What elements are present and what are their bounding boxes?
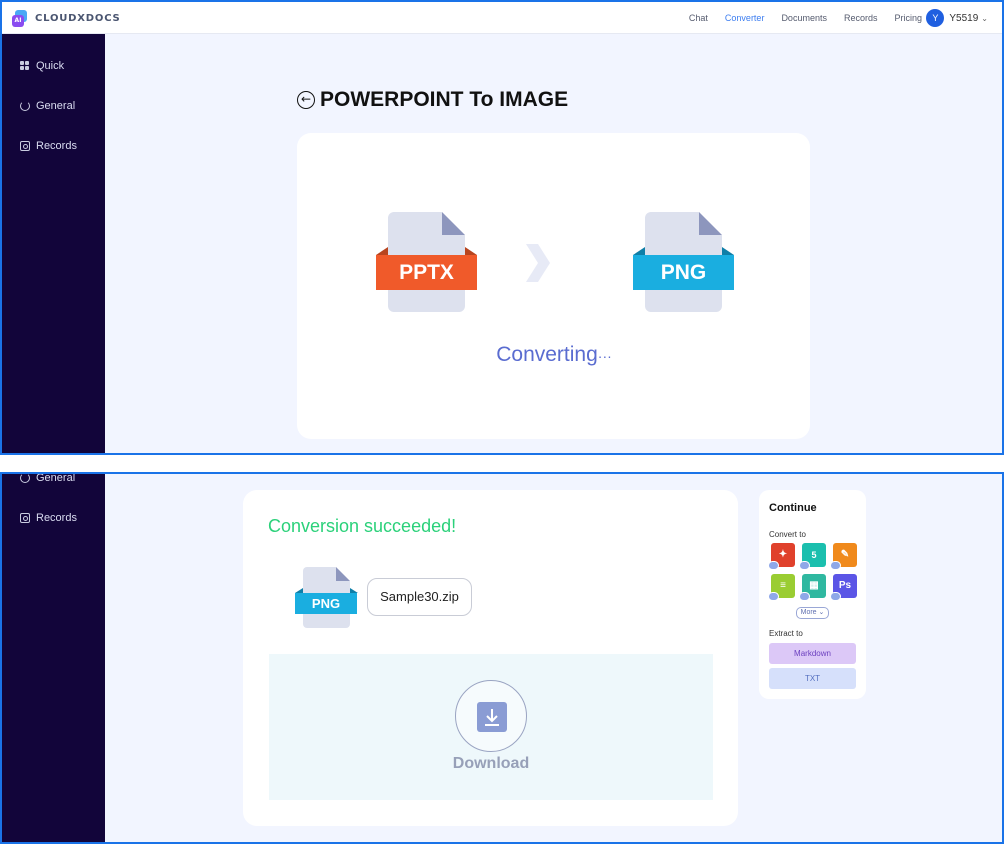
nav-records[interactable]: Records [844, 13, 878, 23]
download-icon [477, 702, 507, 732]
sidebar-item-general[interactable]: General [20, 100, 75, 112]
pdf-icon: ✦ [778, 549, 788, 560]
chevron-down-icon: ⌄ [981, 13, 988, 23]
image-grid-icon: ▦ [809, 580, 819, 591]
converter-window-converting: AI CLOUDXDOCS Chat Converter Documents R… [0, 0, 1004, 455]
record-icon [20, 513, 30, 523]
app-logo[interactable]: AI CLOUDXDOCS [12, 10, 121, 27]
converting-status-text: Converting [496, 343, 598, 366]
download-label: Download [452, 755, 530, 772]
record-icon [20, 141, 30, 151]
page-title-text: POWERPOINT To IMAGE [320, 88, 569, 111]
more-formats-button[interactable]: More ⌄ [796, 607, 829, 619]
extract-markdown-button[interactable]: Markdown [769, 643, 856, 664]
convert-to-label: Convert to [769, 530, 806, 539]
extract-to-label: Extract to [769, 629, 803, 638]
sidebar-item-label: Quick [36, 60, 65, 72]
sidebar: Quick General Records [2, 34, 105, 453]
png-label: PNG [295, 593, 357, 614]
converting-ellipsis: ··· [597, 348, 612, 364]
pptx-label: PPTX [376, 255, 477, 290]
png-label: PNG [633, 255, 734, 290]
convert-to-psd-tile[interactable]: Ps [830, 574, 857, 601]
convert-to-image-tile[interactable]: ▦ [799, 574, 826, 601]
avatar: Y [926, 9, 945, 27]
edit-icon: ✎ [840, 549, 850, 560]
main-nav: Chat Converter Documents Records Pricing [672, 2, 922, 34]
grid-icon [20, 61, 30, 71]
png-file-icon: PNG [295, 567, 358, 629]
convert-to-pdf-tile[interactable]: ✦ [768, 543, 795, 570]
nav-converter[interactable]: Converter [725, 13, 765, 23]
convert-to-html-tile[interactable]: 5 [799, 543, 826, 570]
refresh-icon [20, 101, 30, 111]
sidebar-item-quick[interactable]: Quick [20, 60, 64, 72]
text-doc-icon: ≡ [780, 580, 786, 591]
page-title: ← POWERPOINT To IMAGE [297, 88, 568, 112]
success-message: Conversion succeeded! [268, 516, 457, 536]
nav-documents[interactable]: Documents [781, 13, 827, 23]
logo-mark-icon: AI [12, 10, 29, 27]
pptx-file-icon: PPTX [376, 212, 477, 313]
converter-window-succeeded: General Records Conversion succeeded! PN… [0, 472, 1004, 844]
convert-to-text-tile[interactable]: ≡ [768, 574, 795, 601]
user-name: Y5519 [949, 12, 979, 24]
sidebar-item-label: General [36, 100, 76, 112]
nav-pricing[interactable]: Pricing [894, 13, 922, 23]
continue-panel: Continue Convert to ✦ 5 ✎ ≡ ▦ Ps More ⌄ … [759, 490, 866, 699]
sidebar-item-label: Records [36, 140, 77, 152]
output-file-name: Sample30.zip [367, 578, 472, 616]
converting-status: Converting··· [2, 343, 1002, 367]
photoshop-icon: Ps [838, 580, 852, 591]
download-button[interactable]: Download [269, 654, 713, 800]
back-arrow-icon[interactable]: ← [297, 91, 315, 109]
sidebar-item-records[interactable]: Records [20, 140, 77, 152]
extract-txt-button[interactable]: TXT [769, 668, 856, 689]
convert-to-edit-tile[interactable]: ✎ [830, 543, 857, 570]
html-icon: 5 [811, 550, 817, 560]
nav-chat[interactable]: Chat [689, 13, 708, 23]
user-menu[interactable]: Y Y5519 ⌄ [926, 9, 988, 27]
logo-text: CLOUDXDOCS [35, 13, 121, 24]
sidebar-item-label: General [36, 472, 76, 484]
top-header: AI CLOUDXDOCS Chat Converter Documents R… [2, 2, 1002, 34]
refresh-icon [20, 474, 30, 483]
chevron-right-icon [526, 244, 550, 282]
sidebar-item-general[interactable]: General [20, 472, 76, 484]
sidebar-item-label: Records [36, 512, 77, 524]
continue-title: Continue [769, 502, 817, 514]
sidebar: General Records [2, 472, 105, 842]
png-file-icon: PNG [633, 212, 734, 313]
sidebar-item-records[interactable]: Records [20, 512, 77, 524]
download-circle [455, 680, 527, 752]
chevron-down-icon: ⌄ [818, 609, 825, 616]
